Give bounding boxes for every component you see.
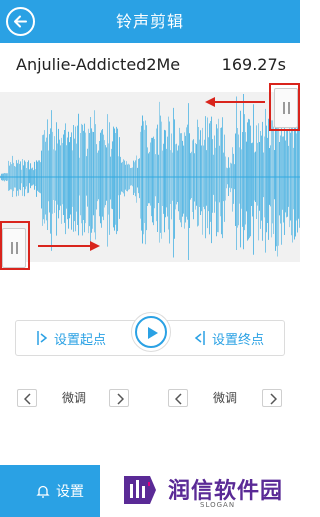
- set-end-button[interactable]: 设置终点: [194, 321, 264, 355]
- watermark-logo: 润信软件园 SLOGAN: [100, 465, 300, 517]
- tune-end-increase-button[interactable]: [262, 389, 282, 407]
- chevron-right-icon: [270, 393, 277, 405]
- set-end-icon: [194, 331, 205, 345]
- bell-icon: [36, 485, 50, 498]
- waveform-area[interactable]: [0, 92, 300, 262]
- page-title: 铃声剪辑: [115, 12, 184, 31]
- set-start-button[interactable]: 设置起点: [36, 321, 106, 355]
- song-duration: 169.27s: [221, 55, 286, 74]
- play-button[interactable]: [131, 312, 171, 352]
- song-name: Anjulie-Addicted2Me: [16, 55, 181, 74]
- chevron-left-icon: [175, 393, 182, 405]
- waveform: [0, 94, 300, 260]
- tune-end-decrease-button[interactable]: [168, 389, 188, 407]
- tune-start-group: 微调: [17, 389, 133, 407]
- start-handle-highlight: [0, 221, 30, 270]
- chevron-left-icon: [24, 393, 31, 405]
- set-end-label: 设置终点: [211, 332, 264, 348]
- tune-start-increase-button[interactable]: [109, 389, 129, 407]
- tune-start-label: 微调: [62, 391, 87, 405]
- left-arrow-icon: [205, 97, 265, 107]
- tune-end-group: 微调: [168, 389, 284, 407]
- set-start-icon: [37, 331, 48, 345]
- play-ring: [135, 316, 167, 348]
- settings-button[interactable]: 设置: [36, 465, 84, 517]
- chevron-right-icon: [117, 393, 124, 405]
- logo-icon: [124, 476, 156, 504]
- tune-end-label: 微调: [213, 391, 238, 405]
- tune-start-decrease-button[interactable]: [17, 389, 37, 407]
- right-arrow-icon: [38, 241, 100, 251]
- set-start-label: 设置起点: [54, 332, 107, 348]
- song-info: Anjulie-Addicted2Me 169.27s: [16, 55, 286, 79]
- play-icon: [148, 327, 158, 339]
- end-handle-highlight: [269, 83, 300, 131]
- title-bar: 铃声剪辑: [0, 0, 300, 43]
- settings-label: 设置: [56, 484, 84, 500]
- logo-slogan: SLOGAN: [200, 501, 236, 509]
